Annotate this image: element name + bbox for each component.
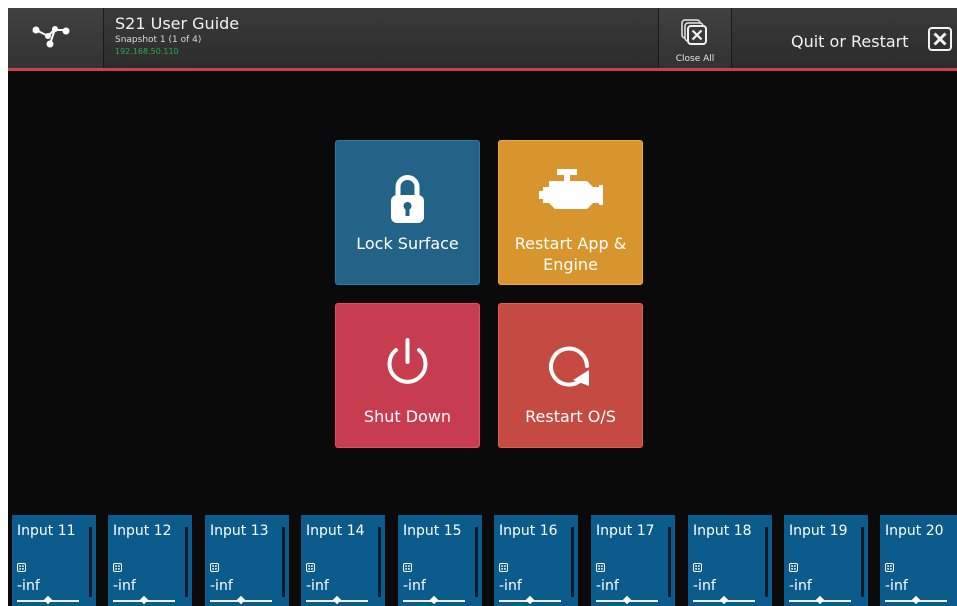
- level-meter: [185, 527, 188, 597]
- close-all-button[interactable]: Close All: [658, 8, 732, 68]
- channel-level: -inf: [113, 578, 136, 594]
- fader-knob[interactable]: [911, 595, 921, 605]
- channel-level: -inf: [499, 578, 522, 594]
- channel-name: Input 19: [789, 523, 848, 539]
- title-block: S21 User Guide Snapshot 1 (1 of 4) 192.1…: [115, 14, 239, 57]
- channel-strip[interactable]: Input 15 -inf: [398, 515, 482, 606]
- channel-level: -inf: [789, 578, 812, 594]
- channel-strip[interactable]: Input 11 -inf: [12, 515, 96, 606]
- channel-strip[interactable]: Input 19 -inf: [784, 515, 868, 606]
- network-logo-icon: [32, 26, 70, 48]
- channel-icon: [789, 563, 798, 572]
- channel-icon: [210, 563, 219, 572]
- restart-os-label: Restart O/S: [525, 407, 616, 426]
- channel-icon: [596, 563, 605, 572]
- channel-strip[interactable]: Input 12 -inf: [108, 515, 192, 606]
- quit-restart-label: Quit or Restart: [791, 32, 909, 51]
- channel-name: Input 11: [17, 523, 76, 539]
- screen: S21 User Guide Snapshot 1 (1 of 4) 192.1…: [8, 8, 957, 606]
- close-all-label: Close All: [675, 54, 715, 64]
- fader-knob[interactable]: [525, 595, 535, 605]
- shut-down-button[interactable]: Shut Down: [335, 303, 480, 448]
- restart-os-button[interactable]: Restart O/S: [498, 303, 643, 448]
- restart-app-label-line1: Restart App &: [514, 234, 627, 253]
- channel-name: Input 18: [693, 523, 752, 539]
- channel-name: Input 15: [403, 523, 462, 539]
- channel-strip[interactable]: Input 20 -inf: [880, 515, 957, 606]
- fader-knob[interactable]: [622, 595, 632, 605]
- restart-icon: [549, 346, 589, 387]
- level-meter: [475, 527, 478, 597]
- channel-icon: [403, 563, 412, 572]
- channel-level: -inf: [403, 578, 426, 594]
- header-accent-line: [8, 68, 957, 71]
- level-meter: [861, 527, 864, 597]
- channel-strip[interactable]: Input 13 -inf: [205, 515, 289, 606]
- shut-down-label: Shut Down: [363, 407, 452, 426]
- restart-app-engine-button[interactable]: Restart App & Engine: [498, 140, 643, 285]
- channel-strip[interactable]: Input 18 -inf: [688, 515, 772, 606]
- lock-surface-button[interactable]: Lock Surface: [335, 140, 480, 285]
- channel-strip[interactable]: Input 17 -inf: [591, 515, 675, 606]
- channel-icon: [306, 563, 315, 572]
- lock-icon: [391, 175, 424, 223]
- snapshot-label: Snapshot 1 (1 of 4): [115, 35, 202, 45]
- level-meter: [668, 527, 671, 597]
- channel-level: -inf: [596, 578, 619, 594]
- channel-name: Input 16: [499, 523, 558, 539]
- channel-level: -inf: [210, 578, 233, 594]
- app-title: S21 User Guide: [115, 14, 240, 33]
- channel-level: -inf: [693, 578, 716, 594]
- fader-knob[interactable]: [815, 595, 825, 605]
- ip-address: 192.168.50.110: [115, 47, 179, 56]
- close-all-icon: [681, 19, 707, 45]
- fader-knob[interactable]: [236, 595, 246, 605]
- channel-level: -inf: [306, 578, 329, 594]
- channel-icon: [499, 563, 508, 572]
- power-icon: [387, 338, 428, 384]
- header-bar: S21 User Guide Snapshot 1 (1 of 4) 192.1…: [8, 8, 957, 68]
- level-meter: [89, 527, 92, 597]
- channel-name: Input 20: [885, 523, 944, 539]
- level-meter: [571, 527, 574, 597]
- lock-surface-label: Lock Surface: [356, 234, 459, 253]
- fader-knob[interactable]: [429, 595, 439, 605]
- channel-icon: [17, 563, 26, 572]
- channel-level: -inf: [17, 578, 40, 594]
- engine-icon: [539, 169, 603, 209]
- channel-icon: [693, 563, 702, 572]
- restart-app-label-line2: Engine: [543, 255, 598, 274]
- channel-name: Input 12: [113, 523, 172, 539]
- channel-icon: [113, 563, 122, 572]
- close-icon[interactable]: [928, 27, 952, 51]
- channel-name: Input 13: [210, 523, 269, 539]
- channel-icon: [885, 563, 894, 572]
- channel-strip[interactable]: Input 16 -inf: [494, 515, 578, 606]
- channel-name: Input 14: [306, 523, 365, 539]
- level-meter: [765, 527, 768, 597]
- level-meter: [282, 527, 285, 597]
- fader-knob[interactable]: [43, 595, 53, 605]
- fader-knob[interactable]: [139, 595, 149, 605]
- fader-knob[interactable]: [332, 595, 342, 605]
- channel-name: Input 17: [596, 523, 655, 539]
- channel-strip[interactable]: Input 14 -inf: [301, 515, 385, 606]
- fader-knob[interactable]: [719, 595, 729, 605]
- channel-level: -inf: [885, 578, 908, 594]
- menu-button[interactable]: [8, 8, 104, 68]
- level-meter: [378, 527, 381, 597]
